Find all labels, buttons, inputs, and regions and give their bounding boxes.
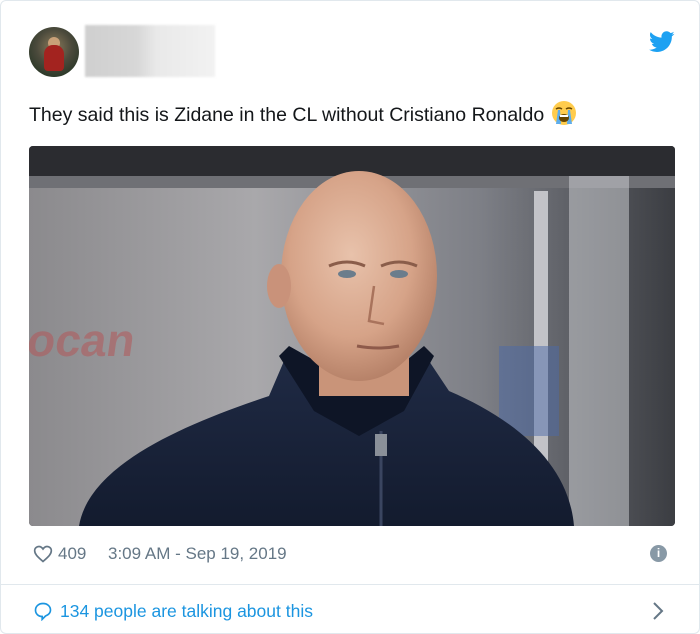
- tweet-text: They said this is Zidane in the CL witho…: [29, 99, 578, 128]
- tweet-header: [29, 25, 675, 81]
- like-count[interactable]: 409: [58, 544, 86, 564]
- svg-text:rocan: rocan: [29, 314, 139, 366]
- redacted-username[interactable]: [85, 25, 215, 77]
- footer-divider: [1, 584, 699, 585]
- avatar-figure-body: [44, 45, 64, 71]
- chevron-right-icon[interactable]: [651, 600, 665, 622]
- tweet-photo[interactable]: rocan: [29, 146, 675, 526]
- people-talking-link[interactable]: 134 people are talking about this: [60, 601, 313, 622]
- user-avatar[interactable]: [29, 27, 79, 77]
- info-icon[interactable]: i: [650, 545, 667, 562]
- tweet-text-content: They said this is Zidane in the CL witho…: [29, 104, 545, 126]
- reply-bubble-icon: [34, 602, 52, 621]
- heart-icon[interactable]: [33, 544, 53, 564]
- tweet-embed-card: They said this is Zidane in the CL witho…: [0, 0, 700, 634]
- tweet-timestamp[interactable]: 3:09 AM - Sep 19, 2019: [108, 544, 287, 564]
- photo-man-in-navy-jacket: rocan: [29, 146, 675, 526]
- tweet-footer[interactable]: 134 people are talking about this: [33, 598, 671, 624]
- loudly-crying-face-icon: [552, 101, 577, 125]
- twitter-bird-icon[interactable]: [649, 31, 675, 53]
- tweet-meta: 409 3:09 AM - Sep 19, 2019 i: [33, 542, 671, 566]
